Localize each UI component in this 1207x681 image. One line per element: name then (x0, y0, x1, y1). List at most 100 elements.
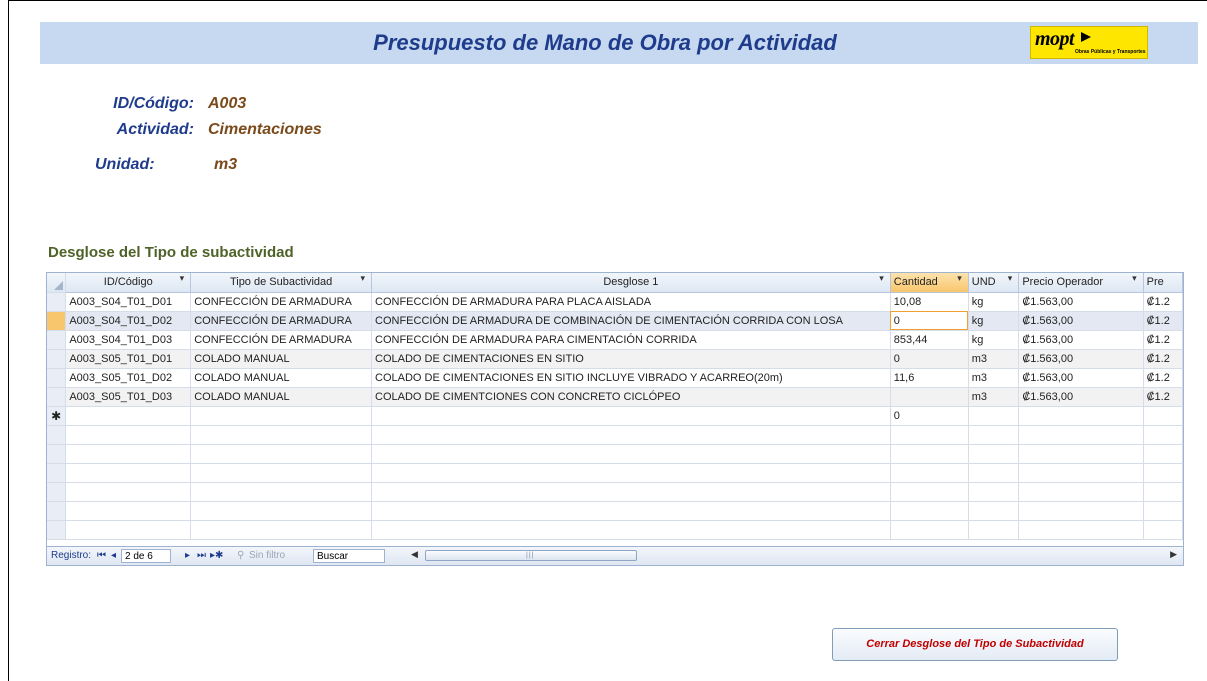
table-cell[interactable]: m3 (968, 387, 1020, 407)
table-cell[interactable] (190, 406, 372, 426)
horizontal-scrollbar[interactable]: ◀ ||| ▶ (409, 549, 1179, 563)
table-cell[interactable]: ₡1.2 (1143, 349, 1183, 369)
table-cell[interactable] (1143, 444, 1183, 464)
table-cell[interactable]: A003_S04_T01_D03 (65, 330, 192, 350)
table-cell[interactable] (65, 444, 192, 464)
row-selector[interactable] (47, 520, 67, 540)
table-cell[interactable] (1018, 520, 1144, 540)
column-header-cantidad[interactable]: Cantidad ▾ (890, 273, 969, 293)
column-header-und[interactable]: UND ▾ (968, 273, 1020, 293)
record-position-input[interactable]: 2 de 6 (121, 549, 171, 563)
table-cell[interactable]: ₡1.2 (1143, 311, 1183, 331)
table-cell[interactable]: 853,44 (890, 330, 969, 350)
next-record-icon[interactable]: ▸ (185, 549, 190, 563)
table-cell[interactable] (190, 520, 372, 540)
table-cell[interactable] (65, 482, 192, 502)
table-cell[interactable]: ₡1.563,00 (1018, 330, 1144, 350)
table-cell[interactable]: CONFECCIÓN DE ARMADURA PARA CIMENTACIÓN … (371, 330, 891, 350)
row-selector[interactable] (47, 387, 67, 407)
table-cell[interactable]: 10,08 (890, 292, 969, 312)
table-cell[interactable]: ₡1.2 (1143, 292, 1183, 312)
row-selector[interactable] (47, 330, 67, 350)
table-cell[interactable] (1143, 520, 1183, 540)
column-header-precio-operador[interactable]: Precio Operador ▾ (1018, 273, 1144, 293)
dropdown-arrow-icon[interactable]: ▾ (879, 273, 884, 284)
table-cell[interactable]: ₡1.2 (1143, 387, 1183, 407)
table-cell[interactable]: CONFECCIÓN DE ARMADURA (190, 292, 372, 312)
table-cell[interactable]: CONFECCIÓN DE ARMADURA (190, 330, 372, 350)
table-cell[interactable]: 0 (890, 311, 969, 331)
row-selector[interactable] (47, 349, 67, 369)
table-cell[interactable] (65, 463, 192, 483)
table-cell[interactable] (968, 406, 1020, 426)
table-cell[interactable]: CONFECCIÓN DE ARMADURA DE COMBINACIÓN DE… (371, 311, 891, 331)
last-record-icon[interactable]: ⏭ (197, 549, 206, 563)
table-cell[interactable] (1018, 501, 1144, 521)
table-cell[interactable] (371, 444, 891, 464)
table-cell[interactable]: COLADO MANUAL (190, 368, 372, 388)
table-cell[interactable]: COLADO DE CIMENTACIONES EN SITIO INCLUYE… (371, 368, 891, 388)
table-cell[interactable]: COLADO DE CIMENTACIONES EN SITIO (371, 349, 891, 369)
table-cell[interactable] (1018, 482, 1144, 502)
table-cell[interactable] (968, 425, 1020, 445)
table-row[interactable] (47, 463, 1183, 483)
dropdown-arrow-icon[interactable]: ▾ (1132, 273, 1137, 284)
column-header-precio-truncated[interactable]: Pre (1143, 273, 1183, 293)
table-cell[interactable]: COLADO DE CIMENTCIONES CON CONCRETO CICL… (371, 387, 891, 407)
table-cell[interactable] (371, 501, 891, 521)
table-cell[interactable] (890, 501, 969, 521)
table-row[interactable]: A003_S04_T01_D01 CONFECCIÓN DE ARMADURA CO… (47, 292, 1183, 312)
table-cell[interactable] (1143, 463, 1183, 483)
table-row[interactable]: ✱ 0 (47, 406, 1183, 426)
table-row[interactable] (47, 501, 1183, 521)
table-cell[interactable] (65, 501, 192, 521)
table-cell[interactable]: COLADO MANUAL (190, 387, 372, 407)
table-cell[interactable] (890, 425, 969, 445)
table-cell[interactable]: ₡1.563,00 (1018, 292, 1144, 312)
table-cell[interactable] (890, 482, 969, 502)
table-cell[interactable]: m3 (968, 349, 1020, 369)
table-cell[interactable] (1143, 406, 1183, 426)
table-row[interactable] (47, 444, 1183, 464)
table-cell[interactable]: CONFECCIÓN DE ARMADURA (190, 311, 372, 331)
row-selector[interactable] (47, 463, 67, 483)
table-cell[interactable] (65, 406, 192, 426)
row-selector[interactable] (47, 368, 67, 388)
table-cell[interactable]: ₡1.563,00 (1018, 387, 1144, 407)
table-cell[interactable]: m3 (968, 368, 1020, 388)
dropdown-arrow-icon[interactable]: ▾ (957, 273, 962, 284)
table-cell[interactable]: 0 (890, 406, 969, 426)
table-cell[interactable] (890, 387, 969, 407)
table-cell[interactable] (190, 425, 372, 445)
table-row[interactable] (47, 425, 1183, 445)
scroll-left-icon[interactable]: ◀ (411, 549, 418, 560)
table-cell[interactable] (371, 482, 891, 502)
table-cell[interactable]: kg (968, 330, 1020, 350)
dropdown-arrow-icon[interactable]: ▾ (180, 273, 185, 284)
subactivity-datasheet[interactable]: ID/Código ▾ Tipo de Subactividad ▾ Desglos… (46, 272, 1184, 566)
column-header-id[interactable]: ID/Código ▾ (65, 273, 192, 293)
table-cell[interactable] (1018, 463, 1144, 483)
table-cell[interactable] (1143, 501, 1183, 521)
first-record-icon[interactable]: ⏮ (97, 549, 106, 563)
row-selector[interactable] (47, 292, 67, 312)
previous-record-icon[interactable]: ◂ (111, 549, 116, 563)
table-cell[interactable]: A003_S04_T01_D01 (65, 292, 192, 312)
table-cell[interactable]: 11,6 (890, 368, 969, 388)
filter-status[interactable]: Sin filtro (249, 549, 285, 563)
table-cell[interactable] (968, 463, 1020, 483)
row-selector[interactable] (47, 444, 67, 464)
table-cell[interactable]: ₡1.563,00 (1018, 349, 1144, 369)
table-row[interactable] (47, 520, 1183, 540)
search-input[interactable]: Buscar (313, 549, 385, 563)
table-cell[interactable] (968, 520, 1020, 540)
dropdown-arrow-icon[interactable]: ▾ (360, 273, 365, 284)
table-cell[interactable] (371, 463, 891, 483)
dropdown-arrow-icon[interactable]: ▾ (1008, 273, 1013, 284)
table-cell[interactable]: ₡1.2 (1143, 368, 1183, 388)
table-row[interactable]: A003_S05_T01_D03 COLADO MANUAL COLADO DE C… (47, 387, 1183, 407)
table-cell[interactable]: kg (968, 311, 1020, 331)
table-cell[interactable] (65, 520, 192, 540)
scroll-right-icon[interactable]: ▶ (1170, 549, 1177, 560)
table-cell[interactable] (190, 463, 372, 483)
